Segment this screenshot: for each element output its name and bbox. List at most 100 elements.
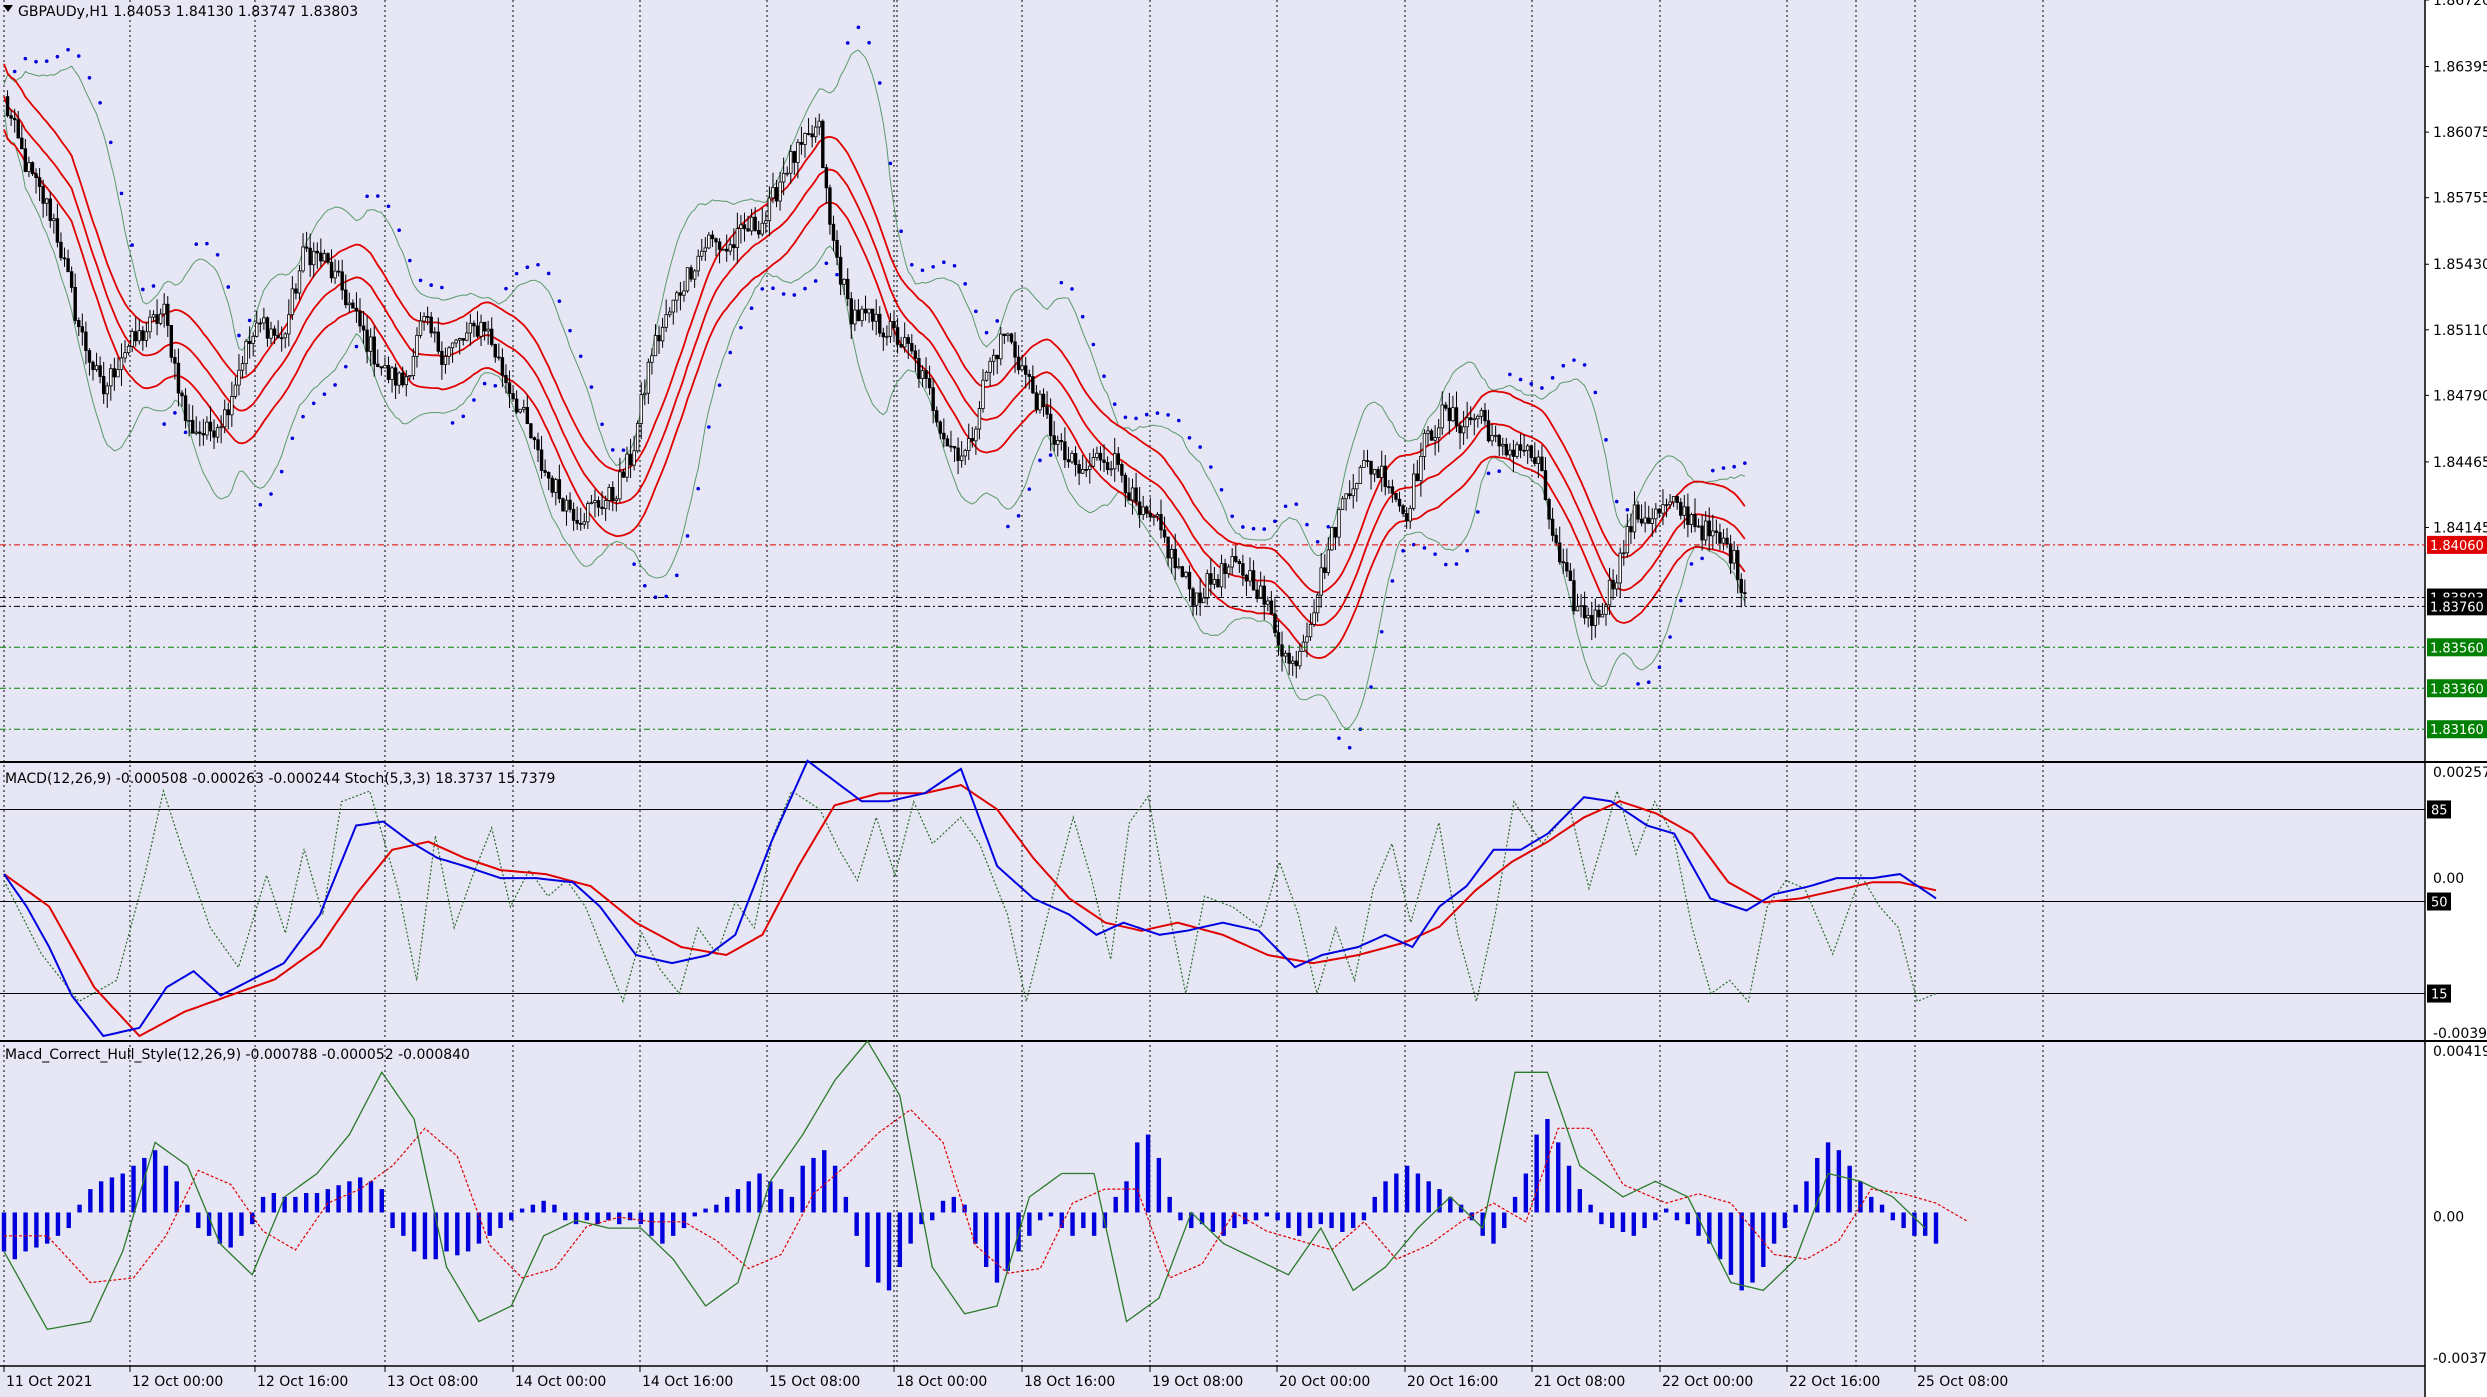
hist-bar bbox=[88, 1189, 93, 1213]
sar-dot bbox=[1166, 413, 1170, 417]
candle-body bbox=[1383, 465, 1387, 488]
candle-body bbox=[465, 332, 469, 341]
candle-body bbox=[101, 376, 106, 395]
candle-body bbox=[789, 151, 793, 174]
candle-body bbox=[354, 307, 359, 312]
sar-dot bbox=[141, 287, 145, 292]
hist-bar bbox=[1620, 1212, 1626, 1232]
sar-dot bbox=[1593, 390, 1598, 395]
candle-body bbox=[148, 316, 152, 333]
candle-body bbox=[1166, 536, 1170, 559]
sar-dot bbox=[76, 54, 81, 58]
candle-body bbox=[1298, 650, 1302, 667]
hist-bar bbox=[843, 1196, 849, 1213]
candle-body bbox=[30, 162, 35, 175]
sar-dot bbox=[1508, 372, 1512, 377]
candle-body bbox=[935, 410, 939, 423]
sar-dot bbox=[1347, 745, 1352, 750]
candle-body bbox=[543, 470, 547, 473]
sar-dot bbox=[1518, 377, 1523, 382]
candle-body bbox=[166, 303, 170, 326]
candle-body bbox=[614, 498, 619, 501]
hist-bar bbox=[509, 1212, 514, 1221]
candle-body bbox=[956, 447, 960, 461]
candle-body bbox=[279, 337, 284, 340]
candle-body bbox=[151, 314, 156, 318]
candle-body bbox=[1533, 457, 1537, 464]
hist-bar bbox=[55, 1212, 61, 1236]
hist-bar bbox=[1070, 1212, 1075, 1236]
candle-body bbox=[1554, 534, 1558, 544]
sar-dot bbox=[183, 430, 188, 435]
candle-body bbox=[1629, 526, 1633, 533]
candle-body bbox=[870, 308, 875, 322]
candle-body bbox=[1675, 496, 1679, 503]
candle-body bbox=[183, 395, 188, 421]
sar-dot bbox=[728, 350, 733, 355]
candle-body bbox=[1728, 543, 1733, 564]
candle-body bbox=[98, 365, 102, 377]
candle-body bbox=[1266, 600, 1270, 605]
price-tag-label: 1.83160 bbox=[2430, 723, 2484, 738]
candle-body bbox=[272, 328, 277, 336]
candle-body bbox=[1422, 432, 1427, 457]
sar-dot bbox=[226, 285, 231, 289]
candle-body bbox=[493, 344, 497, 358]
hist-bar bbox=[228, 1212, 233, 1248]
sar-dot bbox=[813, 279, 818, 283]
candle-body bbox=[1493, 434, 1498, 437]
sar-dot bbox=[707, 425, 711, 429]
candle-body bbox=[1668, 501, 1672, 506]
hist-bar bbox=[1642, 1212, 1647, 1229]
hull-pane-title: Macd_Correct_Hull_Style(12,26,9) -0.0007… bbox=[5, 1047, 470, 1063]
candle-body bbox=[333, 270, 337, 279]
candle-body bbox=[999, 333, 1003, 360]
candle-body bbox=[1661, 504, 1665, 514]
sar-dot bbox=[1743, 461, 1747, 465]
candle-body bbox=[632, 450, 636, 466]
candle-body bbox=[1372, 469, 1377, 475]
candle-body bbox=[1095, 452, 1099, 458]
candle-body bbox=[425, 315, 430, 318]
hist-bar bbox=[703, 1208, 708, 1213]
hist-bar bbox=[347, 1181, 352, 1213]
candle-body bbox=[1180, 566, 1185, 578]
sar-dot bbox=[365, 194, 369, 199]
hist-bar bbox=[951, 1196, 957, 1213]
hist-bar bbox=[1858, 1181, 1863, 1213]
sar-dot bbox=[803, 286, 807, 291]
hist-bar bbox=[1750, 1212, 1755, 1283]
candle-body bbox=[386, 365, 391, 380]
hist-bar bbox=[1027, 1212, 1032, 1236]
hist-bar bbox=[746, 1181, 751, 1213]
candle-body bbox=[1497, 434, 1501, 447]
candle-body bbox=[500, 357, 505, 376]
candle-body bbox=[158, 313, 163, 324]
sar-dot bbox=[1241, 525, 1245, 529]
candle-body bbox=[326, 253, 330, 263]
candle-body bbox=[774, 187, 779, 202]
candle-body bbox=[126, 345, 131, 354]
candle-body bbox=[1291, 660, 1295, 664]
sar-dot bbox=[1016, 514, 1021, 518]
sar-dot bbox=[1315, 539, 1320, 544]
candle-body bbox=[1248, 570, 1252, 582]
sar-dot bbox=[493, 383, 498, 388]
candle-body bbox=[646, 361, 651, 394]
sar-dot bbox=[1048, 453, 1053, 457]
candle-body bbox=[952, 446, 957, 449]
sar-dot bbox=[1711, 468, 1715, 473]
candle-body bbox=[80, 326, 85, 333]
hist-bar bbox=[1275, 1212, 1280, 1221]
candle-body bbox=[910, 343, 914, 352]
sar-dot bbox=[472, 398, 476, 402]
candle-body bbox=[1305, 636, 1309, 643]
candle-body bbox=[995, 354, 999, 360]
candle-body bbox=[1287, 652, 1291, 664]
hist-bar bbox=[1048, 1212, 1054, 1217]
candle-body bbox=[1465, 417, 1469, 428]
hist-bar bbox=[714, 1204, 719, 1213]
candle-body bbox=[529, 423, 533, 439]
hist-bar bbox=[1901, 1212, 1906, 1229]
candle-body bbox=[732, 244, 736, 249]
